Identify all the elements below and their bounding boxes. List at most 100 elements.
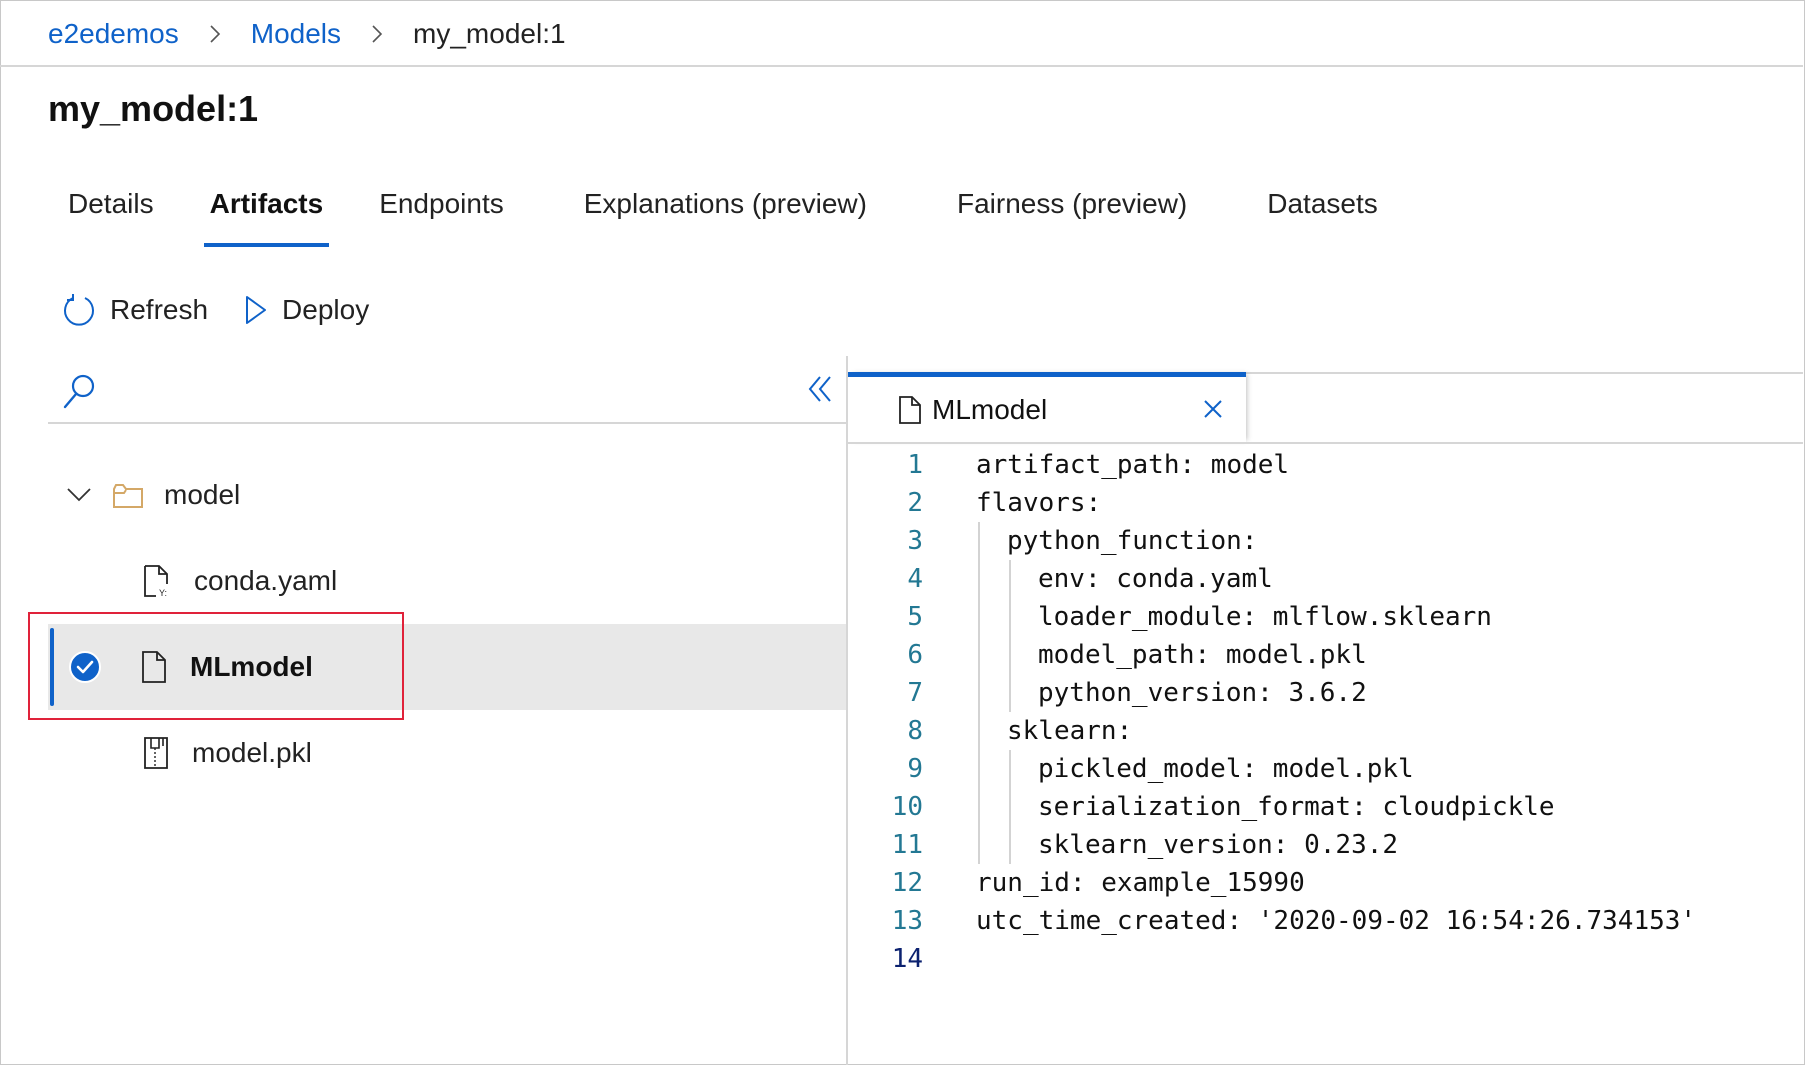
- line-text: model_path: model.pkl: [1038, 640, 1367, 670]
- search-divider: [48, 422, 846, 424]
- line-text: flavors:: [976, 488, 1102, 518]
- tree-file-model-pkl[interactable]: model.pkl: [48, 710, 846, 796]
- file-tree-pane: model Y: conda.yaml MLmodel model.pkl: [48, 360, 846, 1060]
- indent-guide: [978, 788, 980, 826]
- line-number: 8: [907, 716, 923, 746]
- indent-guide: [978, 636, 980, 674]
- breadcrumb-workspace-link[interactable]: e2edemos: [48, 18, 179, 50]
- file-label: model.pkl: [192, 737, 312, 768]
- line-number: 6: [907, 640, 923, 670]
- indent-guide: [978, 560, 980, 598]
- code-line: 9 pickled_model: model.pkl: [848, 750, 1803, 788]
- code-line: 8 sklearn:: [848, 712, 1803, 750]
- tab-bar: Details Artifacts Endpoints Explanations…: [48, 188, 1414, 252]
- editor-tab-mlmodel[interactable]: MLmodel: [848, 372, 1246, 442]
- indent-guide: [978, 750, 980, 788]
- code-view[interactable]: 1 artifact_path: model 2 flavors: 3 python_fu…: [848, 446, 1803, 978]
- indent-guide: [1009, 636, 1011, 674]
- line-number: 13: [891, 906, 923, 936]
- close-icon[interactable]: [1202, 395, 1224, 427]
- chevron-down-icon[interactable]: [66, 487, 92, 503]
- tab-fairness[interactable]: Fairness (preview): [937, 188, 1207, 252]
- line-text: artifact_path: model: [976, 450, 1290, 480]
- code-line: 5 loader_module: mlflow.sklearn: [848, 598, 1803, 636]
- line-number: 11: [891, 830, 923, 860]
- indent-guide: [978, 826, 980, 864]
- refresh-button[interactable]: Refresh: [62, 292, 208, 328]
- file-label: MLmodel: [190, 651, 313, 682]
- tab-explanations[interactable]: Explanations (preview): [564, 188, 887, 252]
- tab-artifacts[interactable]: Artifacts: [190, 188, 344, 252]
- line-number: 9: [907, 754, 923, 784]
- line-number: 5: [907, 602, 923, 632]
- tree-file-mlmodel[interactable]: MLmodel: [48, 624, 846, 710]
- double-chevron-left-icon[interactable]: [806, 374, 834, 409]
- line-text: env: conda.yaml: [1038, 564, 1273, 594]
- line-text: loader_module: mlflow.sklearn: [1038, 602, 1492, 632]
- line-text: sklearn_version: 0.23.2: [1038, 830, 1399, 860]
- file-viewer: MLmodel 1 artifact_path: model 2 flavors: 3 p…: [848, 372, 1803, 1063]
- indent-guide: [978, 598, 980, 636]
- svg-text:Y:: Y:: [159, 588, 167, 598]
- tree-file-conda-yaml[interactable]: Y: conda.yaml: [48, 538, 846, 624]
- indent-guide: [1009, 750, 1011, 788]
- breadcrumb: e2edemos Models my_model:1: [48, 14, 566, 54]
- code-line: 7 python_version: 3.6.2: [848, 674, 1803, 712]
- code-line: 13 utc_time_created: '2020-09-02 16:54:26…: [848, 902, 1803, 940]
- line-text: python_version: 3.6.2: [1038, 678, 1367, 708]
- line-text: run_id: example_15990: [976, 868, 1305, 898]
- editor-tab-label: MLmodel: [932, 393, 1048, 425]
- tab-endpoints[interactable]: Endpoints: [359, 188, 524, 252]
- code-line: 10 serialization_format: cloudpickle: [848, 788, 1803, 826]
- breadcrumb-current: my_model:1: [413, 18, 566, 49]
- search-icon[interactable]: [62, 372, 98, 415]
- line-number: 3: [907, 526, 923, 556]
- code-line: 14: [848, 940, 1803, 978]
- indent-guide: [1009, 598, 1011, 636]
- page-title: my_model:1: [48, 88, 259, 129]
- indent-guide: [1009, 560, 1011, 598]
- file-label: conda.yaml: [194, 565, 338, 596]
- line-text: serialization_format: cloudpickle: [1038, 792, 1555, 822]
- tab-datasets[interactable]: Datasets: [1247, 188, 1398, 252]
- zip-file-icon: [142, 736, 170, 770]
- editor-tab-divider: [1246, 442, 1803, 444]
- indent-guide: [1009, 674, 1011, 712]
- file-icon: [898, 395, 922, 425]
- checkmark-circle-icon[interactable]: [68, 650, 102, 684]
- indent-guide: [1009, 788, 1011, 826]
- breadcrumb-models-link[interactable]: Models: [251, 18, 341, 50]
- chevron-right-icon: [371, 24, 383, 44]
- folder-label: model: [164, 479, 241, 510]
- line-number: 4: [907, 564, 923, 594]
- line-number: 2: [907, 488, 923, 518]
- indent-guide: [978, 522, 980, 560]
- play-icon: [246, 296, 267, 324]
- line-number: 10: [891, 792, 923, 822]
- tree-folder-model[interactable]: model: [48, 452, 846, 538]
- code-line: 12 run_id: example_15990: [848, 864, 1803, 902]
- code-line: 4 env: conda.yaml: [848, 560, 1803, 598]
- code-line: 3 python_function:: [848, 522, 1803, 560]
- line-text: python_function:: [1007, 526, 1258, 556]
- code-line: 11 sklearn_version: 0.23.2: [848, 826, 1803, 864]
- file-search-row: [48, 360, 846, 422]
- toolbar: Refresh Deploy: [62, 292, 405, 328]
- chevron-right-icon: [209, 24, 221, 44]
- line-number: 1: [907, 450, 923, 480]
- indent-guide: [978, 712, 980, 750]
- line-text: pickled_model: model.pkl: [1038, 754, 1414, 784]
- code-line: 1 artifact_path: model: [848, 446, 1803, 484]
- deploy-button[interactable]: Deploy: [244, 294, 369, 326]
- indent-guide: [1009, 826, 1011, 864]
- line-text: utc_time_created: '2020-09-02 16:54:26.7…: [976, 906, 1697, 936]
- indent-guide: [978, 674, 980, 712]
- deploy-label: Deploy: [282, 294, 370, 325]
- yaml-file-icon: Y:: [142, 564, 172, 598]
- file-icon: [140, 650, 168, 684]
- tab-details[interactable]: Details: [48, 188, 174, 252]
- line-number: 12: [891, 868, 923, 898]
- header-divider: [0, 65, 1803, 67]
- refresh-icon: [64, 294, 94, 326]
- code-line: 6 model_path: model.pkl: [848, 636, 1803, 674]
